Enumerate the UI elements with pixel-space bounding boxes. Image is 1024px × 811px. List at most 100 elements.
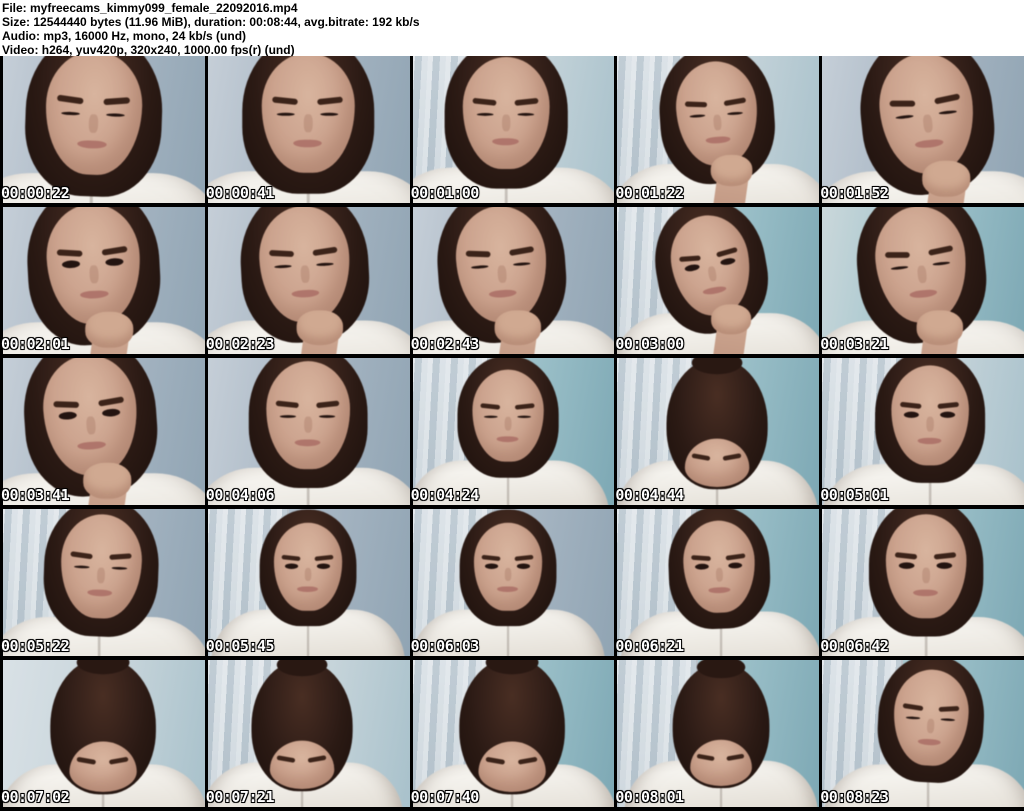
hand [494,310,541,346]
timestamp-overlay: 00:02:01 [1,335,70,353]
audio-info-line: Audio: mp3, 16000 Hz, mono, 24 kb/s (und… [2,29,247,43]
thumbnail-cell: 00:05:45 [204,509,410,660]
thumbnail-cell: 00:04:24 [409,358,615,509]
timestamp-overlay: 00:08:01 [615,788,684,806]
timestamp-overlay: 00:06:21 [615,637,684,655]
timestamp-overlay: 00:01:52 [820,184,889,202]
thumbnail-cell: 00:00:22 [0,56,205,207]
left-eyebrow [691,554,712,561]
file-info-line: File: myfreecams_kimmy099_female_2209201… [2,1,298,15]
left-eyebrow [76,757,96,766]
thumbnail-cell: 00:01:00 [409,56,615,207]
timestamp-overlay: 00:06:03 [410,637,480,655]
hand [82,462,131,499]
face [472,369,544,462]
hand [710,154,752,187]
left-eye [895,114,914,120]
nose [502,114,511,131]
face [684,438,749,487]
face [265,361,350,470]
thumbnail-grid: 00:00:22 00:00:41 00:01:00 00:01:22 00:0… [0,56,1024,811]
left-eyebrow [899,401,923,409]
lips [917,738,941,746]
left-eye [284,563,298,569]
left-eyebrow [685,100,708,107]
right-eye [517,563,531,569]
timestamp-overlay: 00:01:00 [410,184,480,202]
nose [304,567,311,581]
timestamp-overlay: 00:08:23 [820,788,889,806]
right-eyebrow [514,402,536,410]
face [890,365,969,466]
face [885,514,966,619]
left-eye [905,716,921,720]
video-info-line: Video: h264, yuv420p, 320x240, 1000.00 f… [2,43,295,56]
right-eyebrow [315,399,340,408]
right-eye [105,257,124,266]
right-eyebrow [933,551,957,560]
right-eyebrow [97,395,125,407]
nose [926,718,935,734]
timestamp-overlay: 00:05:01 [820,486,889,504]
thumbnail-cell: 00:04:06 [204,358,410,509]
right-eye [518,113,535,116]
lips [497,435,519,443]
left-eyebrow [70,550,94,559]
left-eyebrow [486,757,506,766]
thumbnail-cell: 00:03:00 [614,207,820,358]
timestamp-overlay: 00:07:40 [410,788,480,806]
right-eye [316,262,334,267]
right-eye [940,411,956,418]
lips [489,288,517,299]
right-eyebrow [715,246,739,258]
hand [295,310,342,346]
face [260,56,354,173]
thumbnail-cell: 00:00:41 [204,56,410,207]
timestamp-overlay: 00:07:21 [205,788,275,806]
hand [921,160,970,197]
left-eye [477,113,494,116]
left-eyebrow [268,249,295,257]
left-eye [485,563,499,569]
thumbnail-cell: 00:02:23 [204,207,410,358]
left-eyebrow [276,755,295,764]
thumbnail-cell: 00:03:21 [819,207,1024,358]
left-eyebrow [53,400,80,408]
hand [710,304,751,335]
lips [917,437,942,445]
nose [85,415,96,435]
thumbnail-cell: 00:06:42 [819,509,1024,660]
left-eye [695,563,709,570]
left-eyebrow [56,248,83,257]
thumbnail-cell: 00:05:22 [0,509,205,660]
timestamp-overlay: 00:03:21 [820,335,889,353]
nose [88,264,99,284]
nose [303,113,312,132]
lips [77,139,107,150]
hand [84,311,133,348]
left-eye [890,265,909,271]
nose [300,264,310,283]
timestamp-overlay: 00:06:42 [820,637,889,655]
timestamp-overlay: 00:03:41 [1,486,70,504]
left-eyebrow [480,402,502,410]
left-eyebrow [56,93,85,104]
left-eye [61,111,80,116]
hand [915,310,963,346]
left-eyebrow [885,251,911,258]
face [68,741,136,792]
left-eye [73,565,90,569]
lips [296,586,318,593]
right-eyebrow [508,245,535,256]
right-eyebrow [307,755,326,764]
nose [96,567,105,584]
right-eyebrow [722,453,742,462]
nose [916,264,927,284]
lips [87,588,112,597]
right-eyebrow [518,757,538,766]
right-eyebrow [514,554,535,561]
left-eye [898,562,915,569]
right-eye [102,408,121,417]
thumbnail-cell: 00:02:01 [0,207,205,358]
right-eye [318,415,335,418]
